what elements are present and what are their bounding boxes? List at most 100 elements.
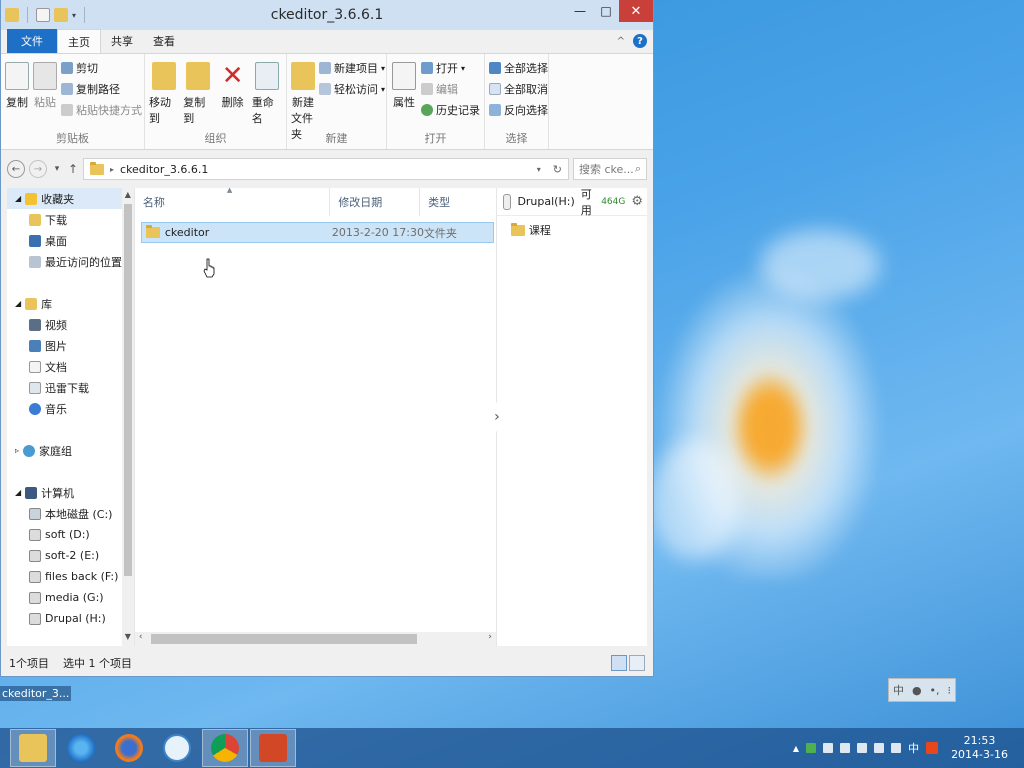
cut-button[interactable]: 剪切 xyxy=(61,60,142,76)
nav-music[interactable]: 音乐 xyxy=(7,398,134,419)
edit-button[interactable]: 编辑 xyxy=(421,81,480,97)
scroll-down-icon[interactable]: ▼ xyxy=(122,632,134,646)
paste-shortcut-button[interactable]: 粘贴快捷方式 xyxy=(61,102,142,118)
group-label-organize: 组织 xyxy=(204,132,227,145)
nav-drive-c[interactable]: 本地磁盘 (C:) xyxy=(7,503,134,524)
desktop-petal xyxy=(760,230,880,300)
nav-drive-f-label: files back (F:) xyxy=(45,570,119,583)
desktop-icon-label[interactable]: ckeditor_3... xyxy=(0,686,72,701)
cut-label: 剪切 xyxy=(76,62,98,75)
nav-libraries[interactable]: ◢ 库 xyxy=(7,293,134,314)
sogou-tray-icon[interactable] xyxy=(926,742,939,754)
tab-view[interactable]: 查看 xyxy=(143,29,185,53)
nav-videos[interactable]: 视频 xyxy=(7,314,134,335)
nav-downloads[interactable]: 下载 xyxy=(7,209,134,230)
refresh-icon[interactable]: ↻ xyxy=(547,163,568,176)
easy-access-button[interactable]: 轻松访问 ▾ xyxy=(319,81,385,97)
ime-toolbar[interactable]: 中 ● •, ⁝ xyxy=(888,678,956,702)
nav-drive-d[interactable]: soft (D:) xyxy=(7,524,134,545)
list-item[interactable]: 课程 xyxy=(497,216,647,238)
nav-scroll-thumb[interactable] xyxy=(123,204,132,576)
nav-computer[interactable]: ◢ 计算机 xyxy=(7,482,134,503)
history-button[interactable]: 历史记录 xyxy=(421,102,480,118)
gear-icon[interactable]: ⚙ xyxy=(631,194,643,209)
recent-locations-button[interactable]: ▾ xyxy=(51,164,63,174)
ime-moon-icon[interactable]: ● xyxy=(912,684,922,697)
chevron-right-icon[interactable]: › xyxy=(486,402,507,432)
nav-drive-h[interactable]: Drupal (H:) xyxy=(7,608,134,629)
close-button[interactable]: ✕ xyxy=(619,0,653,22)
taskbar-app-sogou[interactable] xyxy=(154,729,200,767)
nav-recent[interactable]: 最近访问的位置 xyxy=(7,251,134,272)
tab-home[interactable]: 主页 xyxy=(57,29,101,53)
taskbar-app-ie[interactable] xyxy=(58,729,104,767)
address-bar[interactable]: ▸ ckeditor_3.6.6.1 ▾ ↻ xyxy=(83,158,569,180)
address-path[interactable]: ckeditor_3.6.6.1 xyxy=(120,163,208,176)
column-type[interactable]: 类型 xyxy=(420,188,496,216)
title-bar[interactable]: ▾ ckeditor_3.6.6.1 — □ ✕ xyxy=(1,0,653,30)
nav-homegroup[interactable]: ▹ 家庭组 xyxy=(7,440,134,461)
minimize-button[interactable]: — xyxy=(567,0,593,22)
select-none-button[interactable]: 全部取消 xyxy=(489,81,548,97)
search-input[interactable]: 搜索 cke... ⌕ xyxy=(573,158,647,180)
open-button[interactable]: 打开 ▾ xyxy=(421,60,480,76)
maximize-button[interactable]: □ xyxy=(593,0,619,22)
column-date[interactable]: 修改日期 xyxy=(330,188,421,216)
network-icon[interactable] xyxy=(874,743,885,753)
select-all-button[interactable]: 全部选择 xyxy=(489,60,548,76)
file-h-scroll-thumb[interactable] xyxy=(150,634,417,644)
large-icons-view-button[interactable] xyxy=(629,655,645,671)
details-view-button[interactable] xyxy=(611,655,627,671)
table-row[interactable]: ckeditor 2013-2-20 17:30 文件夹 xyxy=(140,222,494,243)
file-h-scrollbar[interactable]: ‹ › xyxy=(134,632,496,646)
folder-icon xyxy=(145,225,160,238)
content-panes: ◢ 收藏夹 下载 桌面 最近访问的位置 ◢ 库 视频 图片 文档 迅雷下载 音乐 ▹… xyxy=(7,186,647,646)
tray-app-icon[interactable] xyxy=(806,743,817,753)
tab-file[interactable]: 文件 xyxy=(7,29,57,53)
scroll-right-icon[interactable]: › xyxy=(488,632,492,642)
nav-documents[interactable]: 文档 xyxy=(7,356,134,377)
ribbon-extras: ^ ? xyxy=(617,34,647,48)
nav-desktop-label: 桌面 xyxy=(45,234,67,248)
back-button[interactable]: ← xyxy=(7,160,25,178)
scroll-up-icon[interactable]: ▲ xyxy=(122,190,134,204)
chevron-up-icon[interactable]: ▲ xyxy=(793,744,799,753)
taskbar-app-chrome[interactable] xyxy=(202,729,248,767)
invert-selection-button[interactable]: 反向选择 xyxy=(489,102,548,118)
clock[interactable]: 21:53 2014-3-16 xyxy=(951,734,1008,762)
nav-pictures[interactable]: 图片 xyxy=(7,335,134,356)
taskbar-app-explorer[interactable] xyxy=(10,729,56,767)
taskbar-app-powerpoint[interactable] xyxy=(250,729,296,767)
nav-favorites[interactable]: ◢ 收藏夹 xyxy=(7,188,134,209)
ime-menu-icon[interactable]: ⁝ xyxy=(948,684,952,697)
nav-drive-e[interactable]: soft-2 (E:) xyxy=(7,545,134,566)
scroll-left-icon[interactable]: ‹ xyxy=(139,632,143,642)
nav-thunder[interactable]: 迅雷下载 xyxy=(7,377,134,398)
up-button[interactable]: ↑ xyxy=(67,162,79,176)
row-date: 2013-2-20 17:30 xyxy=(331,226,424,239)
ime-punct-icon[interactable]: •, xyxy=(930,684,940,697)
tray-language[interactable]: 中 xyxy=(908,740,919,756)
chevron-down-icon[interactable]: ▾ xyxy=(537,165,541,174)
chevron-right-icon[interactable]: ▸ xyxy=(110,165,114,174)
volume-icon[interactable] xyxy=(891,743,902,753)
chevron-down-icon: ▾ xyxy=(461,63,466,73)
tab-share[interactable]: 共享 xyxy=(101,29,143,53)
select-all-icon xyxy=(489,62,501,74)
forward-button[interactable]: → xyxy=(29,160,47,178)
copy-path-button[interactable]: 复制路径 xyxy=(61,81,142,97)
help-icon[interactable]: ? xyxy=(633,34,647,48)
taskbar-app-firefox[interactable] xyxy=(106,729,152,767)
nav-drive-g[interactable]: media (G:) xyxy=(7,587,134,608)
nav-scrollbar[interactable]: ▲ ▼ xyxy=(121,188,134,646)
tray-app-icon[interactable] xyxy=(823,743,834,753)
ime-lang[interactable]: 中 xyxy=(893,682,904,698)
group-select: 全部选择 全部取消 反向选择 选择 xyxy=(485,54,549,149)
chevron-up-icon[interactable]: ^ xyxy=(617,36,625,47)
new-item-button[interactable]: 新建项目 ▾ xyxy=(319,60,385,76)
flag-icon[interactable] xyxy=(840,743,851,753)
nav-drive-f[interactable]: files back (F:) xyxy=(7,566,134,587)
column-name[interactable]: 名称 ▲ xyxy=(135,186,331,216)
nav-desktop[interactable]: 桌面 xyxy=(7,230,134,251)
device-icon[interactable] xyxy=(857,743,868,753)
